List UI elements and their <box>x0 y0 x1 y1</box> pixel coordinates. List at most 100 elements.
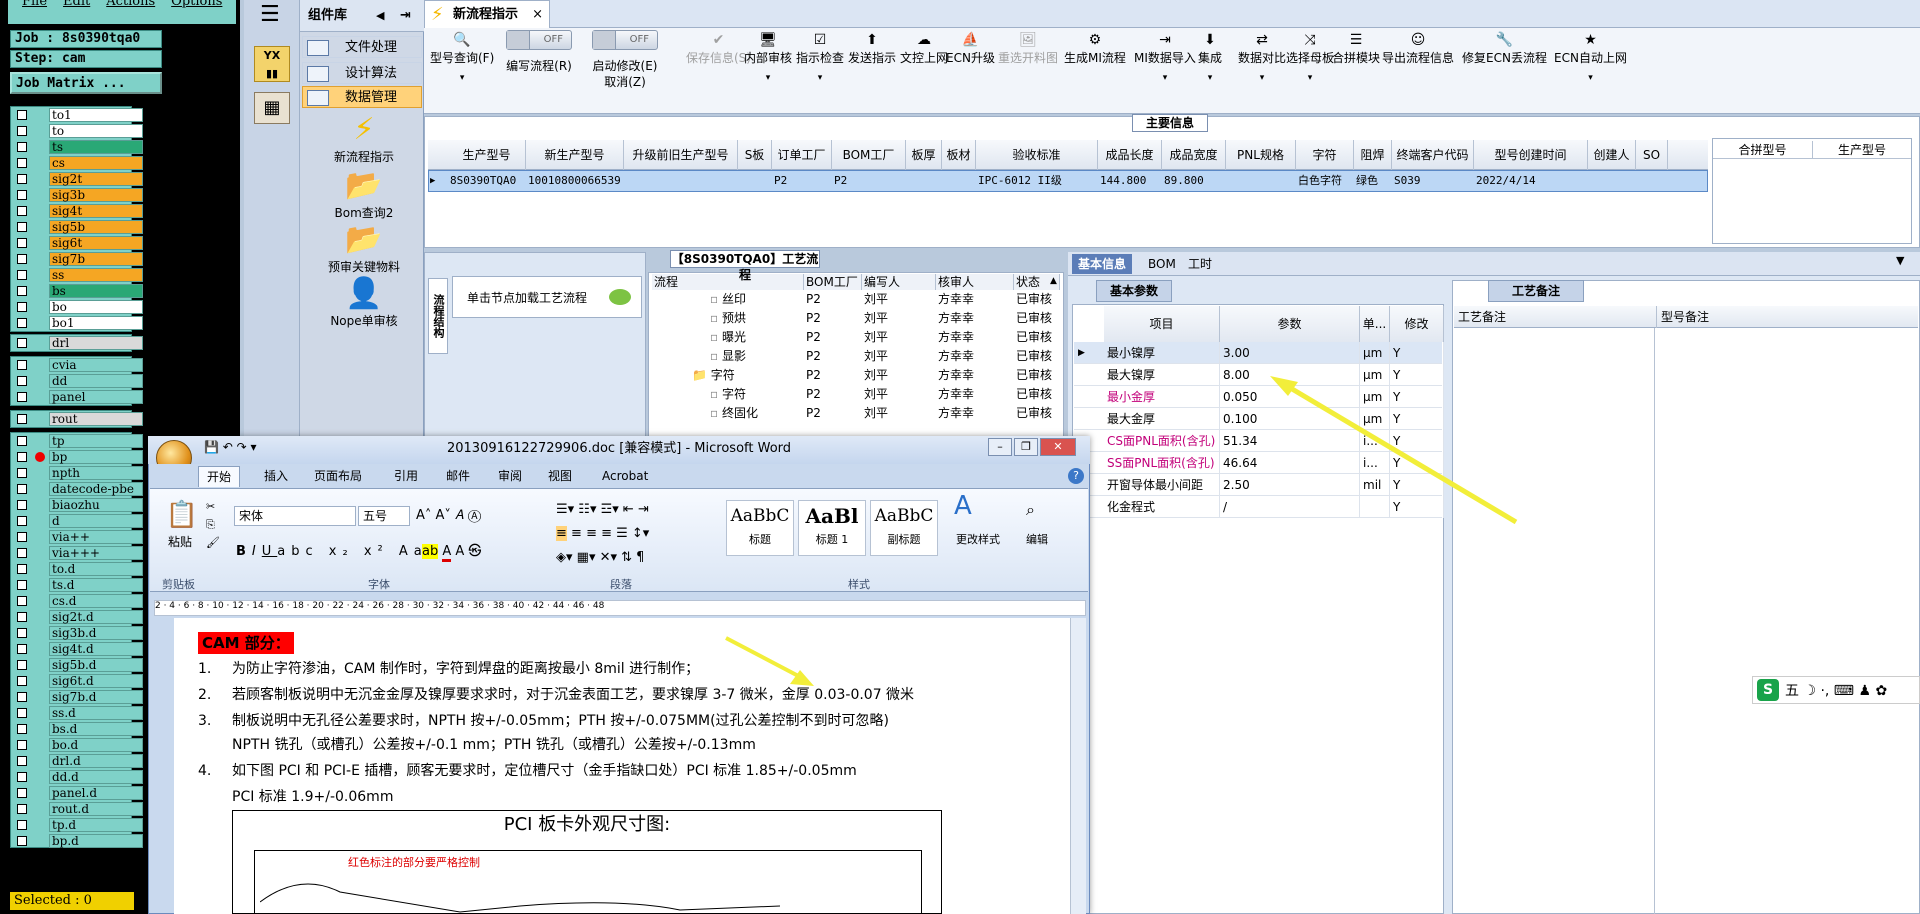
ribbon-tab[interactable]: 视图 <box>540 466 580 486</box>
pin-icon[interactable]: ⇥ <box>400 0 411 32</box>
layer-checkbox[interactable] <box>17 484 27 494</box>
cancel-label[interactable]: 取消(Z) <box>592 74 658 90</box>
vertical-scrollbar[interactable] <box>1070 618 1086 914</box>
cell[interactable]: P2 <box>834 172 906 190</box>
layer-checkbox[interactable] <box>17 836 27 846</box>
param-row[interactable]: 化金程式 / Y <box>1074 496 1444 518</box>
tab-process-remarks[interactable]: 工艺备注 <box>1488 280 1584 302</box>
layer-checkbox[interactable] <box>17 612 27 622</box>
font-size-buttons[interactable]: A˄ A˅ 𝐴 Ⓐ <box>416 506 481 526</box>
layer-checkbox[interactable] <box>17 360 27 370</box>
layer-row[interactable]: sig2t.d <box>11 609 143 625</box>
cell[interactable] <box>1228 172 1296 190</box>
tool-nope-review[interactable]: 👤 Nope单审核 <box>310 276 418 329</box>
column-header[interactable]: 阻焊 <box>1354 140 1392 170</box>
layer-checkbox[interactable] <box>17 756 27 766</box>
layer-row[interactable]: bs ↲ <box>11 283 152 299</box>
layer-row[interactable]: to.d <box>11 561 143 577</box>
change-styles-button[interactable]: 更改样式 <box>956 530 1000 550</box>
close-icon[interactable]: × <box>532 1 543 28</box>
layer-checkbox[interactable] <box>17 174 27 184</box>
tab-basic-params[interactable]: 基本参数 <box>1096 280 1172 302</box>
layer-name[interactable]: sig2t.d <box>49 610 143 624</box>
layer-checkbox[interactable] <box>17 772 27 782</box>
param-value[interactable]: 46.64 <box>1220 452 1360 474</box>
ribbon-tab[interactable]: Acrobat <box>594 466 656 486</box>
process-row[interactable]: ▫ 终固化 P2 刘平 方幸幸 已审核 <box>650 404 1060 423</box>
layer-name[interactable]: d <box>49 514 143 528</box>
yx-logo-icon[interactable]: YX ▮▮ <box>254 46 290 82</box>
menu-options[interactable]: Options <box>171 0 222 9</box>
layer-checkbox[interactable] <box>17 548 27 558</box>
job-matrix-button[interactable]: Job Matrix ... <box>10 72 162 94</box>
cell[interactable]: S039 <box>1394 172 1474 190</box>
minimize-button[interactable]: – <box>988 438 1012 456</box>
sidebar-item-data-management[interactable]: 数据管理 <box>302 86 422 108</box>
layer-checkbox[interactable] <box>17 596 27 606</box>
process-row[interactable]: ▫ 曝光 P2 刘平 方幸幸 已审核 <box>650 328 1060 347</box>
ribbon-tab[interactable]: 邮件 <box>438 466 478 486</box>
doc-paragraph[interactable]: 1. 为防止字符渗油，CAM 制作时，字符到焊盘的距离按最小 8mil 进行制作； <box>198 658 699 680</box>
layer-checkbox[interactable] <box>17 564 27 574</box>
chevron-down-icon[interactable]: ▾ <box>1554 66 1627 90</box>
column-header[interactable]: SO <box>1636 140 1668 170</box>
column-header[interactable]: PNL规格 <box>1226 140 1296 170</box>
cell[interactable]: 白色字符 <box>1298 172 1354 190</box>
column-header[interactable]: 项目 <box>1104 306 1220 342</box>
doc-paragraph[interactable]: 2. 若顾客制板说明中无沉金金厚及镍厚要求求时，对于沉金表面工艺，要求镍厚 3-7… <box>198 684 914 706</box>
layer-name[interactable]: npth <box>49 466 143 480</box>
layer-name[interactable]: ss ↲ <box>49 268 152 282</box>
layer-checkbox[interactable] <box>17 500 27 510</box>
font-format-buttons[interactable]: BIUabc x₂ x² Aa <box>236 542 428 562</box>
layer-checkbox[interactable] <box>17 804 27 814</box>
paste-icon[interactable]: 📋 <box>164 500 200 530</box>
layer-row[interactable]: bo ↲ <box>11 299 152 315</box>
layer-row[interactable]: dd ↲ <box>11 373 152 389</box>
column-header[interactable]: 板厚 <box>906 140 942 170</box>
font-color-buttons[interactable]: ab A A ㉿ <box>422 542 481 562</box>
param-item[interactable]: 最小镍厚 <box>1104 342 1220 364</box>
column-header[interactable]: BOM工厂 <box>832 140 906 170</box>
toolbar-button[interactable]: ⤨ 选择母板 ▾ <box>1286 30 1334 110</box>
layer-row[interactable]: sig5b ↲ <box>11 219 152 235</box>
layer-row[interactable]: tp.d <box>11 817 143 833</box>
edit-button[interactable]: 编辑 <box>1026 530 1048 550</box>
binoculars-icon[interactable]: ⌕ <box>1026 500 1035 520</box>
change-styles-icon[interactable]: A <box>954 493 972 519</box>
param-unit[interactable]: μm <box>1360 386 1390 408</box>
tab-new-process[interactable]: ⚡ 新流程指示 × <box>424 0 550 28</box>
param-item[interactable]: 化金程式 <box>1104 496 1220 518</box>
layer-checkbox[interactable] <box>17 338 27 348</box>
layer-name[interactable]: rout.d <box>49 802 143 816</box>
layer-row[interactable]: to1 <box>11 107 143 123</box>
menu-edit[interactable]: Edit <box>63 0 90 9</box>
layer-row[interactable]: sig4t ↲ <box>11 203 152 219</box>
layer-row[interactable]: sig6t ↲ <box>11 235 152 251</box>
restore-button[interactable]: ❐ <box>1014 438 1038 456</box>
cell[interactable] <box>626 172 738 190</box>
layer-name[interactable]: drl.d <box>49 754 143 768</box>
collapse-left-icon[interactable]: ◀ <box>376 0 384 32</box>
column-header[interactable]: 生产型号 <box>448 140 526 170</box>
layer-checkbox[interactable] <box>17 222 27 232</box>
layer-name[interactable]: sig6t.d <box>49 674 143 688</box>
doc-paragraph[interactable]: 4. 如下图 PCI 和 PCI-E 插槽，顾客无要求时，定位槽尺寸（金手指缺口处… <box>198 760 857 782</box>
toolbar-button[interactable]: ☰ 合拼模块 <box>1332 30 1380 110</box>
cell[interactable]: 10010800066539 <box>528 172 624 190</box>
column-header[interactable]: 字符 <box>1296 140 1354 170</box>
doc-paragraph[interactable]: 3. 制板说明中无孔径公差要求时，NPTH 按+/-0.05mm；PTH 按+/-… <box>198 710 889 732</box>
layer-row[interactable]: ts.d <box>11 577 143 593</box>
help-icon[interactable]: ? <box>1068 468 1084 484</box>
toolbar-button[interactable]: ☺ 导出流程信息 <box>1382 30 1454 110</box>
tool-new-process[interactable]: ⚡ 新流程指示 <box>310 112 418 165</box>
param-mod[interactable]: Y <box>1390 386 1444 408</box>
chevron-down-icon[interactable]: ▾ <box>1238 66 1286 90</box>
layer-row[interactable]: d <box>11 513 143 529</box>
sidebar-item-design-algorithm[interactable]: 设计算法 <box>302 62 422 84</box>
layer-name[interactable]: bo ↲ <box>49 300 152 314</box>
layer-name[interactable]: tp.d <box>49 818 143 832</box>
param-unit[interactable]: mil <box>1360 474 1390 496</box>
process-row[interactable]: ▫ 丝印 P2 刘平 方幸幸 已审核 <box>650 290 1060 309</box>
layer-row[interactable]: bo1 <box>11 315 143 331</box>
layer-checkbox[interactable] <box>17 238 27 248</box>
